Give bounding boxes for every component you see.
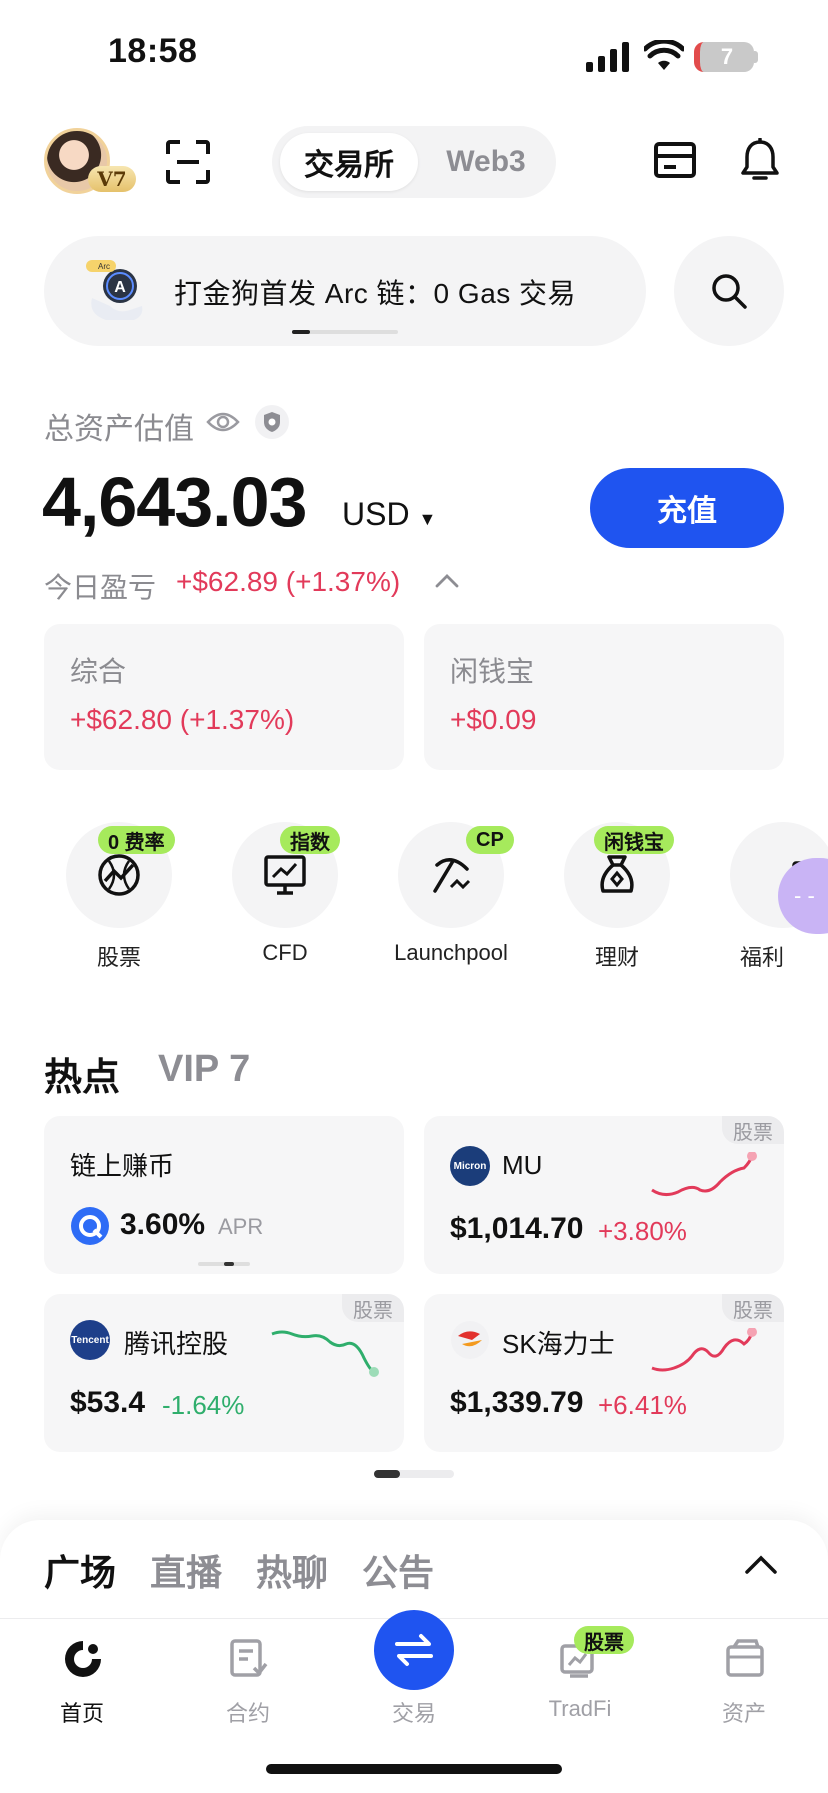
mu-change: +3.80% [598,1216,687,1246]
pickaxe-icon [433,858,471,893]
vip-tab[interactable]: VIP 7 [158,1048,250,1091]
chevron-up-icon[interactable] [744,1554,778,1576]
wifi-icon [644,40,684,70]
idle-savings-title: 闲钱宝 [450,656,535,687]
status-time: 18:58 [108,32,198,70]
nav-tradfi-label[interactable]: TradFi [520,1696,640,1722]
micron-logo-icon: Micron [450,1146,490,1186]
monitor-chart-icon [264,855,306,895]
svg-text:Arc: Arc [98,262,110,271]
swap-arrows-icon [395,1634,433,1666]
tab-web3[interactable]: Web3 [422,133,550,191]
sk-hynix-stock-card[interactable]: 股票 SK海力士 $1,339.79 +6.41% [424,1294,784,1452]
eye-icon[interactable] [206,408,240,436]
deposit-button[interactable]: 充值 [590,468,784,548]
mu-stock-card[interactable]: 股票 Micron MU $1,014.70 +3.80% [424,1116,784,1274]
idle-savings-card[interactable]: 闲钱宝 +$0.09 [424,624,784,770]
currency-label: USD [342,496,410,532]
apr-label: APR [218,1214,264,1239]
tab-exchange[interactable]: 交易所 [280,133,418,191]
shortcut-cfd-label: CFD [262,940,308,965]
stock-tag: 股票 [722,1116,784,1144]
sk-hynix-change: +6.41% [598,1390,687,1420]
home-indicator [266,1764,562,1774]
tencent-logo-icon: Tencent [70,1320,110,1360]
mu-sparkline [651,1152,757,1197]
currency-selector[interactable]: USD ▼ [342,496,436,533]
arc-chain-icon: A Arc [86,260,143,320]
tab-square[interactable]: 广场 [44,1544,116,1596]
shield-icon[interactable] [254,404,290,440]
svg-text:A: A [114,279,126,296]
contract-icon[interactable] [228,1638,268,1680]
home-icon[interactable] [62,1638,104,1680]
battery-tip [754,51,758,63]
shortcut-cfd-tag: 指数 [280,826,340,854]
nav-home-label[interactable]: 首页 [22,1696,142,1728]
banner-pagination-active [292,330,310,334]
shortcut-stocks-tag: 0 费率 [98,826,175,854]
tencent-sparkline [271,1330,379,1377]
tradfi-stock-badge: 股票 [574,1626,634,1654]
today-pnl-value: +$62.89 (+1.37%) [176,566,401,597]
total-assets-label: 总资产估值 [44,413,194,446]
nav-trade-label[interactable]: 交易 [354,1696,474,1728]
card-icon[interactable] [654,142,696,178]
chevron-up-icon[interactable] [434,572,460,590]
tencent-price: $53.4 [70,1386,146,1419]
stock-tag: 股票 [342,1294,404,1322]
money-bag-icon [600,855,634,893]
hot-tab[interactable]: 热点 [44,1046,120,1101]
sk-logo-icon [451,1321,489,1359]
caret-down-icon: ▼ [418,509,437,529]
shortcut-stocks-label: 股票 [96,945,141,970]
earn-logo-icon [71,1207,109,1245]
shortcut-wealth-tag: 闲钱宝 [594,826,674,854]
shortcut-launchpool-tag: CP [466,826,514,854]
onchain-earn-rate: 3.60% [120,1208,206,1241]
sk-hynix-sparkline [651,1328,757,1372]
onchain-earn-card[interactable]: 链上赚币 3.60% APR [44,1116,404,1274]
wallet-icon[interactable] [724,1638,766,1680]
overall-pnl-value: +$62.80 (+1.37%) [70,704,295,735]
tab-live[interactable]: 直播 [150,1544,222,1596]
tencent-change: -1.64% [162,1390,245,1420]
nav-contract-label[interactable]: 合约 [188,1696,308,1728]
mu-price: $1,014.70 [450,1212,584,1245]
shortcut-launchpool-label: Launchpool [394,940,508,965]
scan-icon[interactable] [166,140,210,184]
shortcut-wealth-label: 理财 [594,945,639,970]
idle-savings-value: +$0.09 [450,704,537,735]
banner-text: 打金狗首发 Arc 链：0 Gas 交易 [174,278,577,309]
shortcut-benefits-label: 福利 [739,945,784,970]
mu-name: MU [502,1150,543,1180]
earn-card-pagination-active [224,1262,234,1266]
search-button[interactable] [674,236,784,346]
tab-hot-chat[interactable]: 热聊 [256,1544,328,1596]
globe-chart-icon [98,854,140,896]
hot-pagination-active [374,1470,400,1478]
cellular-signal-icon [586,42,629,72]
nav-assets-label[interactable]: 资产 [684,1696,804,1728]
overall-pnl-title: 综合 [70,656,127,687]
overall-pnl-card[interactable]: 综合 +$62.80 (+1.37%) [44,624,404,770]
battery-indicator: 7 [694,42,754,72]
tab-announcements[interactable]: 公告 [362,1544,434,1596]
bell-icon[interactable] [740,138,780,184]
total-assets-value: 4,643.03 [42,463,307,541]
trade-button[interactable] [374,1610,454,1690]
onchain-earn-title: 链上赚币 [70,1151,175,1181]
tencent-name: 腾讯控股 [124,1329,229,1359]
sk-hynix-name: SK海力士 [502,1329,615,1359]
stock-tag: 股票 [722,1294,784,1322]
search-icon [712,274,747,309]
sk-hynix-price: $1,339.79 [450,1386,584,1419]
vip-level-badge: V7 [88,166,136,192]
tencent-stock-card[interactable]: 股票 Tencent 腾讯控股 $53.4 -1.64% [44,1294,404,1452]
today-pnl-label: 今日盈亏 [44,572,157,603]
